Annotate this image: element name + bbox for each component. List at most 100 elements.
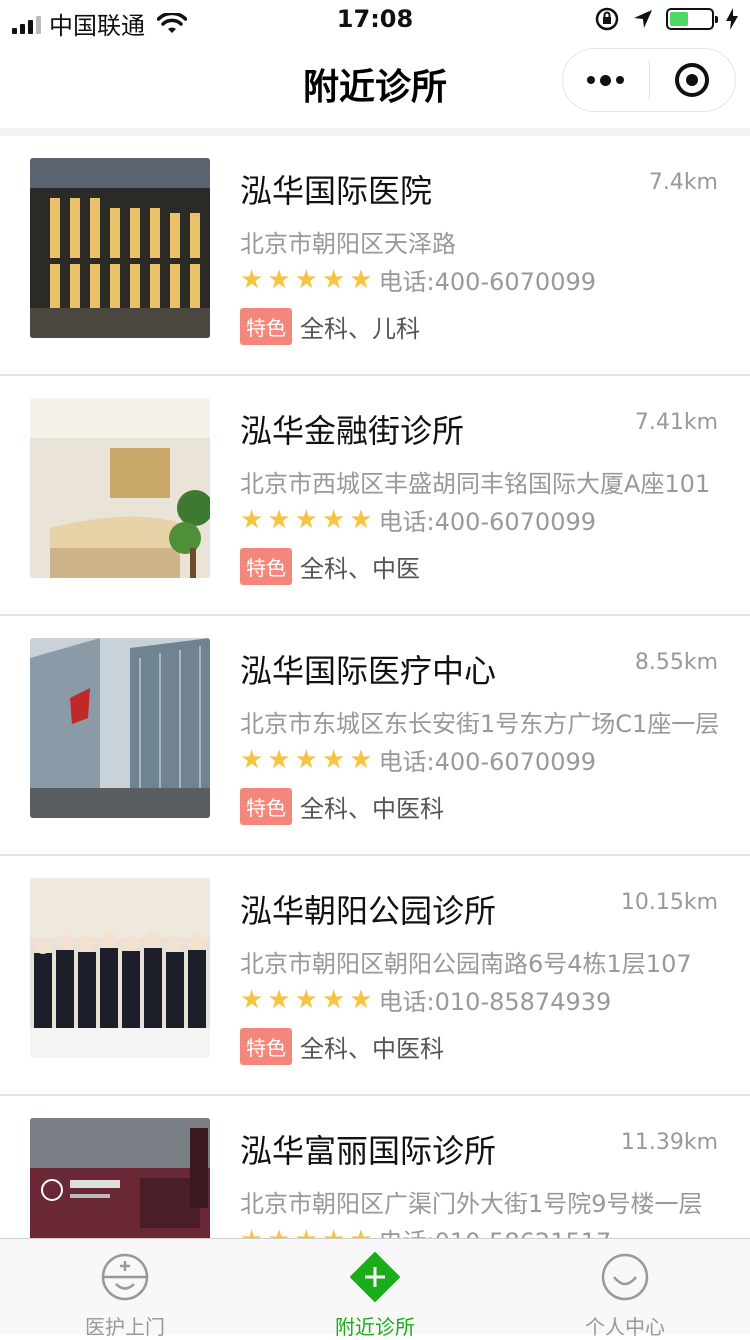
- clinic-phone[interactable]: 电话:010-58621517: [379, 1222, 612, 1238]
- star-rating: ★★★★★: [240, 506, 373, 534]
- clinic-phone[interactable]: 电话:400-6070099: [379, 502, 596, 537]
- clinic-item[interactable]: 泓华国际医院 7.4km 北京市朝阳区天泽路 ★ ★ ★ ★ ★ 电话:400-6070…: [0, 136, 750, 376]
- star-icon: ★: [295, 1226, 318, 1239]
- rating-phone-row: ★ ★ ★ ★ ★ 电话:400-6070099: [240, 502, 596, 537]
- clinic-item[interactable]: 泓华国际医疗中心 8.55km 北京市东城区东长安街1号东方广场C1座一层 ★ ★…: [0, 616, 750, 856]
- clinic-address: 北京市朝阳区广渠门外大街1号院9号楼一层: [240, 1190, 703, 1218]
- status-right: [594, 6, 738, 32]
- more-button[interactable]: [563, 49, 649, 111]
- clinic-distance: 10.15km: [620, 890, 718, 915]
- clinic-phone[interactable]: 电话:010-85874939: [379, 982, 612, 1017]
- clinic-photo: [30, 638, 210, 818]
- clinic-name: 泓华金融街诊所: [240, 412, 465, 450]
- star-icon: ★: [294, 984, 318, 1015]
- star-icon: ★: [321, 984, 346, 1015]
- star-icon: ★: [240, 744, 264, 775]
- feature-badge: 特色: [240, 548, 292, 585]
- star-icon: ★: [349, 264, 373, 295]
- star-icon: ★: [349, 1226, 372, 1239]
- clinic-item[interactable]: 泓华朝阳公园诊所 10.15km 北京市朝阳区朝阳公园南路6号4栋1层107 ★…: [0, 856, 750, 1096]
- clinic-item[interactable]: 泓华富丽国际诊所 11.39km 北京市朝阳区广渠门外大街1号院9号楼一层 ★★…: [0, 1096, 750, 1238]
- tab-label: 附近诊所: [335, 1315, 415, 1339]
- feature-badge: 特色: [240, 788, 292, 825]
- clinic-name: 泓华朝阳公园诊所: [240, 892, 497, 930]
- star-icon: ★: [349, 984, 373, 1015]
- clinic-phone[interactable]: 电话:400-6070099: [379, 742, 596, 777]
- star-icon: ★: [322, 1226, 345, 1239]
- rating-phone-row: ★ ★ ★ ★ ★ 电话:400-6070099: [240, 262, 596, 297]
- features-row: 特色 全科、中医科: [240, 1028, 444, 1065]
- battery-icon: [666, 8, 718, 30]
- clinic-phone[interactable]: 电话:400-6070099: [379, 262, 596, 297]
- nav-bar: 附近诊所: [0, 40, 750, 128]
- charging-bolt-icon: [726, 8, 738, 30]
- rating-phone-row: ★ ★ ★ ★ ★ 电话:010-85874939: [240, 982, 611, 1017]
- clinic-address: 北京市东城区东长安街1号东方广场C1座一层: [240, 710, 720, 738]
- star-icon: ★: [267, 984, 291, 1015]
- clinic-name: 泓华富丽国际诊所: [240, 1132, 497, 1170]
- clinic-list: 泓华国际医院 7.4km 北京市朝阳区天泽路 ★ ★ ★ ★ ★ 电话:400-6070…: [0, 136, 750, 1238]
- star-icon: ★: [294, 504, 318, 535]
- star-icon: ★: [321, 504, 346, 535]
- target-circle-icon: [675, 63, 710, 97]
- star-icon: ★: [267, 744, 291, 775]
- clinic-distance: 8.55km: [634, 650, 718, 675]
- close-miniprogram-button[interactable]: [650, 49, 736, 111]
- features-row: 特色 全科、中医科: [240, 788, 444, 825]
- star-icon: ★: [240, 504, 264, 535]
- clinic-name: 泓华国际医院: [240, 172, 433, 210]
- star-icon: ★: [267, 504, 291, 535]
- plus-diamond-icon: [350, 1252, 400, 1302]
- tab-bar: 医护上门 附近诊所 个人中心: [0, 1238, 750, 1339]
- clinic-features: 全科、中医科: [300, 795, 444, 823]
- clinic-distance: 7.41km: [634, 410, 718, 435]
- miniprogram-capsule: [562, 48, 736, 112]
- star-icon: ★: [294, 264, 318, 295]
- star-rating: ★★★★★: [240, 746, 373, 774]
- more-dots-icon: [600, 74, 612, 86]
- feature-badge: 特色: [240, 308, 292, 345]
- location-arrow-icon: [634, 10, 652, 28]
- tab-profile[interactable]: 个人中心: [500, 1239, 750, 1339]
- star-rating: ★★★★★: [240, 266, 373, 294]
- tab-nearby-clinics[interactable]: 附近诊所: [250, 1239, 500, 1339]
- nurse-face-icon: [101, 1253, 149, 1301]
- clinic-address: 北京市朝阳区天泽路: [240, 230, 456, 258]
- clinic-photo: [30, 398, 210, 578]
- star-icon: ★: [240, 984, 264, 1015]
- clinic-photo: [30, 878, 210, 1058]
- clinic-features: 全科、中医科: [300, 1035, 444, 1063]
- clinic-photo: [30, 158, 210, 338]
- clinic-item[interactable]: 泓华金融街诊所 7.41km 北京市西城区丰盛胡同丰铭国际大厦A座101 ★ ★ ★…: [0, 376, 750, 616]
- star-icon: ★: [321, 264, 346, 295]
- tab-label: 医护上门: [85, 1315, 165, 1339]
- star-icon: ★: [349, 504, 373, 535]
- status-bar: 中国联通 17:08: [0, 0, 750, 40]
- star-rating: ★★★★★: [240, 986, 373, 1014]
- clinic-features: 全科、中医: [300, 555, 420, 583]
- tab-label: 个人中心: [585, 1315, 665, 1339]
- clinic-photo: [30, 1118, 210, 1238]
- clinic-distance: 11.39km: [620, 1130, 718, 1155]
- features-row: 特色 全科、儿科: [240, 308, 420, 345]
- star-icon: ★: [267, 1226, 290, 1239]
- tab-home-care[interactable]: 医护上门: [0, 1239, 250, 1339]
- star-icon: ★: [267, 264, 291, 295]
- star-icon: ★: [349, 744, 373, 775]
- star-icon: ★: [294, 744, 318, 775]
- rating-phone-row: ★ ★ ★ ★ ★ 电话:010-58621517: [240, 1222, 612, 1239]
- smile-circle-icon: [601, 1253, 649, 1301]
- clinic-address: 北京市西城区丰盛胡同丰铭国际大厦A座101: [240, 470, 711, 498]
- features-row: 特色 全科、中医: [240, 548, 420, 585]
- star-rating: ★ ★ ★ ★ ★: [240, 1226, 373, 1239]
- star-icon: ★: [240, 1226, 263, 1239]
- star-icon: ★: [321, 744, 346, 775]
- feature-badge: 特色: [240, 1028, 292, 1065]
- clinic-address: 北京市朝阳区朝阳公园南路6号4栋1层107: [240, 950, 692, 978]
- star-icon: ★: [240, 264, 264, 295]
- rotation-lock-icon: [595, 7, 619, 31]
- clinic-distance: 7.4km: [648, 170, 718, 195]
- clinic-features: 全科、儿科: [300, 315, 420, 343]
- rating-phone-row: ★ ★ ★ ★ ★ 电话:400-6070099: [240, 742, 596, 777]
- clinic-name: 泓华国际医疗中心: [240, 652, 497, 690]
